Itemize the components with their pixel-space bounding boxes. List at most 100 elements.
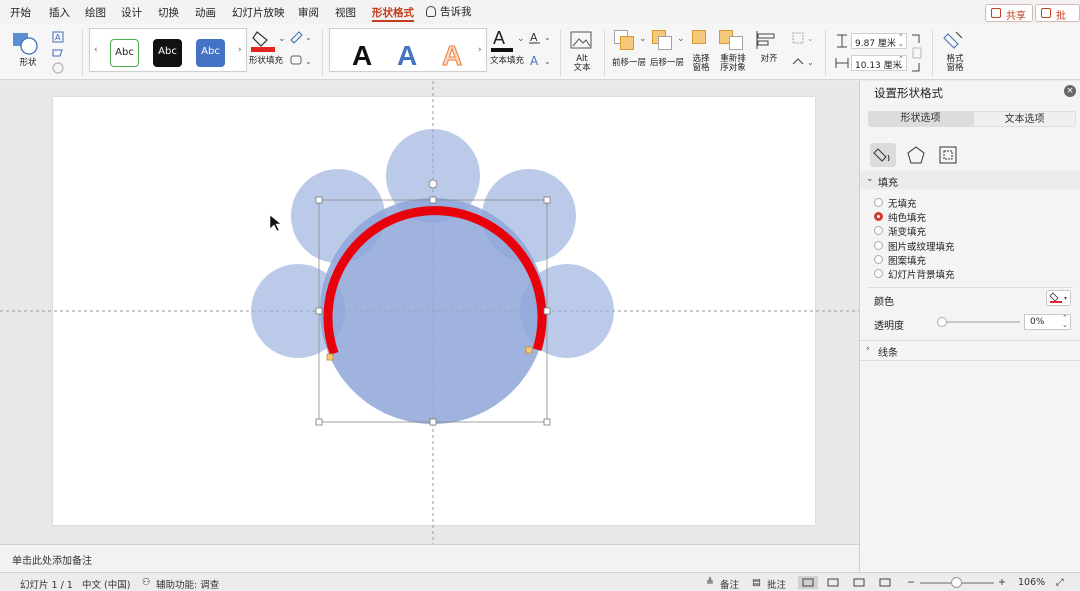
accessibility-icon[interactable]: ⚇: [142, 577, 151, 588]
wordart-style-orange[interactable]: A: [441, 40, 462, 72]
shape-style-blue[interactable]: Abc: [196, 39, 225, 67]
text-outline-effects-icons[interactable]: AA ⌄ ⌄: [528, 30, 554, 70]
stepper-icon[interactable]: ⌃ ⌄: [898, 56, 906, 70]
tell-me-search[interactable]: 告诉我: [426, 4, 472, 19]
tab-design[interactable]: 设计: [121, 5, 142, 20]
slide-editing-area[interactable]: [0, 81, 859, 544]
fit-slide-icon[interactable]: ⤢: [1056, 577, 1064, 588]
lock-aspect-icon[interactable]: [910, 33, 924, 73]
transparency-field[interactable]: 0% ⌃ ⌄: [1024, 314, 1071, 330]
resize-handle[interactable]: [315, 196, 323, 204]
fill-section-header[interactable]: ⌄ 填充: [860, 171, 1080, 189]
wordart-style-black[interactable]: A: [352, 40, 372, 72]
rotate-handle-icon[interactable]: [428, 179, 438, 189]
radio-slide-background-fill[interactable]: [874, 269, 883, 278]
tab-slideshow[interactable]: 幻灯片放映: [232, 5, 285, 20]
radio-gradient-fill[interactable]: [874, 226, 883, 235]
chevron-down-icon[interactable]: ⌄: [278, 34, 286, 44]
notes-icon[interactable]: ≜: [706, 577, 714, 588]
chevron-down-icon[interactable]: ⌄: [639, 34, 647, 44]
accessibility-status[interactable]: 辅助功能: 调查: [156, 577, 219, 591]
arc-adjust-handle[interactable]: [326, 353, 334, 361]
alt-text-button[interactable]: Alt 文本: [568, 30, 596, 74]
outline-effects-icons[interactable]: ⌄⌄: [289, 30, 317, 70]
resize-handle[interactable]: [429, 196, 437, 204]
normal-view-icon[interactable]: [798, 576, 818, 589]
radio-no-fill[interactable]: [874, 198, 883, 207]
group-rotate-icons[interactable]: ⌄⌄: [790, 30, 818, 70]
stepper-icon[interactable]: ⌃ ⌄: [898, 34, 906, 48]
shape-gallery-button[interactable]: 形状: [10, 30, 46, 70]
format-pane-button[interactable]: 格式 窗格: [940, 30, 970, 74]
tab-transitions[interactable]: 切换: [158, 5, 179, 20]
chevron-down-icon[interactable]: ⌄: [677, 34, 685, 44]
resize-handle[interactable]: [315, 418, 323, 426]
radio-solid-fill[interactable]: [874, 212, 883, 221]
notes-toggle[interactable]: 备注: [720, 577, 739, 591]
shape-style-dark[interactable]: Abc: [153, 39, 182, 67]
shape-style-outline[interactable]: Abc: [110, 39, 139, 67]
zoom-level[interactable]: 106%: [1018, 577, 1045, 588]
shape-height-field[interactable]: 9.87 厘米 ⌃ ⌄: [851, 33, 907, 49]
selection-pane-button[interactable]: 选择 窗格: [688, 30, 714, 74]
slide-sorter-icon[interactable]: [827, 578, 839, 587]
comment-icon[interactable]: ▤: [752, 577, 761, 588]
svg-text:⌄: ⌄: [544, 57, 551, 66]
resize-handle[interactable]: [543, 196, 551, 204]
notes-pane[interactable]: 单击此处添加备注: [0, 544, 859, 572]
reading-view-icon[interactable]: [853, 578, 865, 587]
reorder-objects-button[interactable]: 重新排 序对象: [717, 30, 749, 74]
zoom-in-icon[interactable]: +: [998, 577, 1006, 588]
wordart-styles-gallery[interactable]: A A A ›: [329, 28, 487, 72]
tab-insert[interactable]: 插入: [49, 5, 70, 20]
zoom-slider-thumb[interactable]: [951, 577, 962, 588]
transparency-slider-track[interactable]: [942, 321, 1020, 323]
fill-line-icon[interactable]: [870, 143, 896, 167]
resize-handle[interactable]: [315, 307, 323, 315]
arc-adjust-handle[interactable]: [525, 346, 533, 354]
radio-pattern-fill[interactable]: [874, 255, 883, 264]
tab-home[interactable]: 开始: [10, 5, 31, 20]
shape-width-field[interactable]: 10.13 厘米 ⌃ ⌄: [851, 55, 907, 71]
tab-shape-options[interactable]: 形状选项: [868, 111, 973, 127]
effects-icon[interactable]: [903, 143, 929, 167]
close-icon[interactable]: ×: [1064, 85, 1076, 97]
send-backward-label: 后移一层: [649, 58, 684, 68]
comments-toggle[interactable]: 批注: [767, 577, 786, 591]
wordart-style-blue[interactable]: A: [397, 40, 417, 72]
align-button[interactable]: 对齐: [754, 30, 784, 74]
fill-color-picker[interactable]: ▾: [1046, 290, 1071, 306]
view-buttons[interactable]: [798, 576, 898, 589]
zoom-out-icon[interactable]: −: [907, 577, 915, 588]
lightbulb-icon: [426, 6, 436, 17]
line-section-header[interactable]: › 线条: [860, 341, 1080, 359]
slideshow-view-icon[interactable]: [879, 578, 891, 587]
radio-picture-fill[interactable]: [874, 241, 883, 250]
tab-text-options[interactable]: 文本选项: [973, 111, 1076, 127]
share-label: 共享: [1006, 11, 1026, 22]
chevron-right-icon[interactable]: ›: [478, 45, 482, 55]
slide-shapes-layer[interactable]: [0, 81, 859, 544]
shape-styles-gallery[interactable]: ‹ Abc Abc Abc ›: [89, 28, 247, 72]
tab-shape-format[interactable]: 形状格式: [372, 5, 414, 20]
chevron-left-icon[interactable]: ‹: [94, 45, 98, 55]
comments-button[interactable]: 批注: [1035, 4, 1080, 37]
share-button[interactable]: 共享: [985, 4, 1033, 22]
notes-placeholder[interactable]: 单击此处添加备注: [12, 552, 92, 567]
tab-animations[interactable]: 动画: [195, 5, 216, 20]
tab-view[interactable]: 视图: [335, 5, 356, 20]
edit-shape-icons[interactable]: A: [50, 30, 74, 76]
resize-handle[interactable]: [543, 307, 551, 315]
size-properties-icon[interactable]: [935, 143, 961, 167]
tab-review[interactable]: 审阅: [298, 5, 319, 20]
stepper-icon[interactable]: ⌃ ⌄: [1062, 315, 1070, 329]
transparency-slider-thumb[interactable]: [937, 317, 947, 327]
resize-handle[interactable]: [429, 418, 437, 426]
radio-label: 纯色填充: [888, 213, 927, 224]
language-status[interactable]: 中文 (中国): [82, 577, 130, 591]
chevron-down-icon[interactable]: ⌄: [517, 34, 525, 44]
circle-center[interactable]: [320, 198, 546, 424]
resize-handle[interactable]: [543, 418, 551, 426]
chevron-right-icon[interactable]: ›: [238, 45, 242, 55]
tab-draw[interactable]: 绘图: [85, 5, 106, 20]
